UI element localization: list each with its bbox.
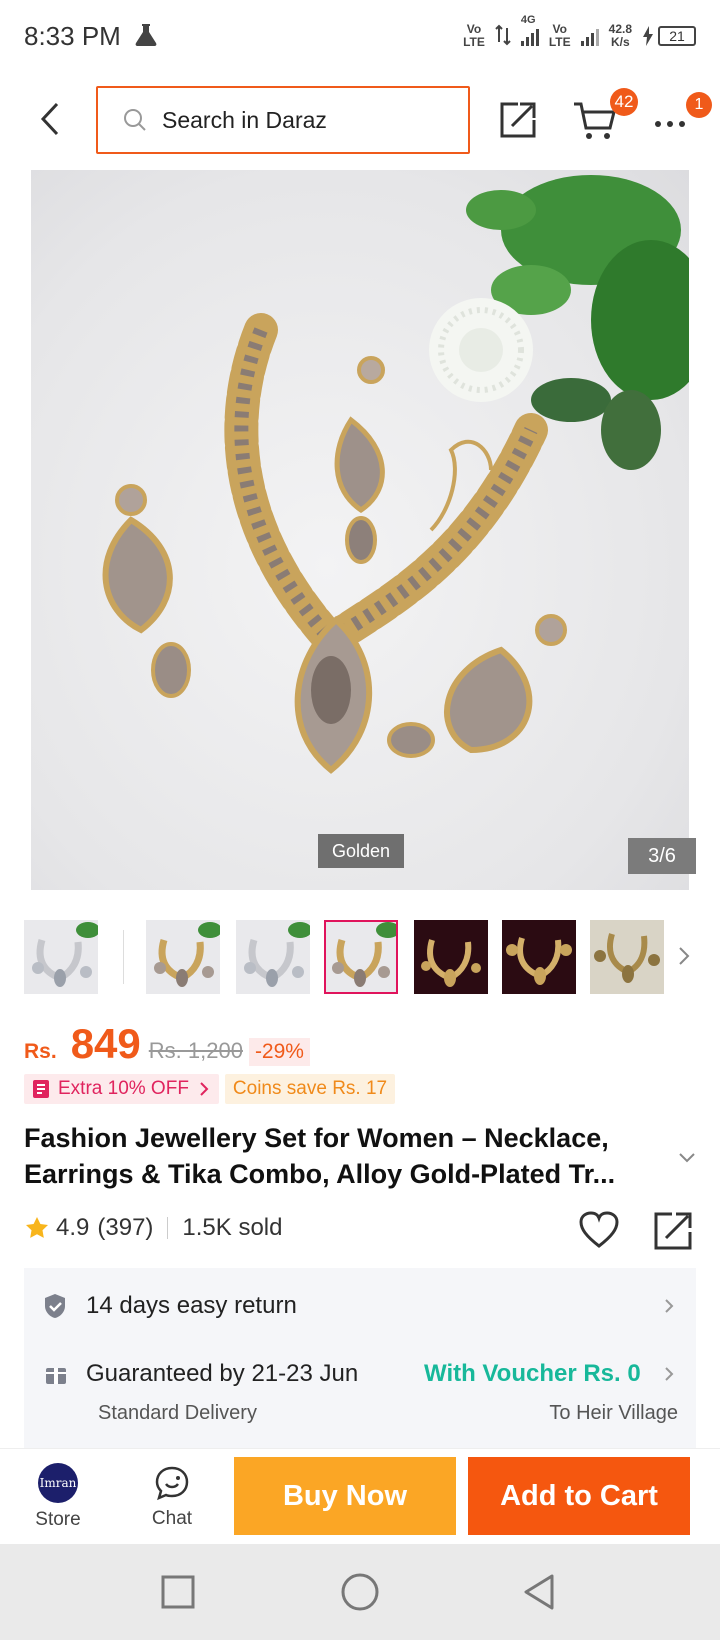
triangle-back-icon: [524, 1574, 554, 1610]
thumbnail-5[interactable]: [414, 920, 488, 994]
gift-box-icon: [46, 1368, 66, 1384]
delivery-type: Standard Delivery: [98, 1401, 257, 1424]
cart-count-badge: 42: [610, 88, 638, 116]
buy-now-button[interactable]: Buy Now: [234, 1457, 456, 1535]
thumbnail-4-selected[interactable]: [324, 920, 398, 994]
share-icon: [500, 102, 536, 138]
circle-icon: [341, 1573, 379, 1611]
chat-icon: [155, 1466, 189, 1501]
sold-count: 1.5K sold: [182, 1214, 283, 1241]
data-arrows-icon: [495, 24, 511, 49]
chevron-right-icon: [665, 1367, 674, 1381]
chat-label: Chat: [151, 1508, 193, 1529]
thumbnail-7[interactable]: [590, 920, 664, 994]
heart-icon: [579, 1211, 619, 1248]
star-icon: [26, 1217, 48, 1238]
earring-left: [102, 484, 191, 698]
notification-badge: 1: [686, 92, 712, 118]
signal-2-icon: [580, 26, 599, 46]
coins-chip[interactable]: Coins save Rs. 17: [224, 1074, 396, 1104]
thumbnail-3[interactable]: [236, 920, 310, 994]
product-image[interactable]: [31, 170, 689, 890]
promo-row: Extra 10% OFF Coins save Rs. 17: [24, 1074, 396, 1104]
battery-level: 21: [658, 26, 696, 46]
price-currency: Rs.: [24, 1040, 57, 1063]
price-row: Rs. 849 Rs. 1,200 -29%: [24, 1020, 310, 1068]
chevron-right-icon: [200, 1082, 209, 1096]
store-label: Store: [35, 1509, 81, 1530]
white-flower: [429, 298, 533, 402]
delivery-guarantee: Guaranteed by 21-23 Jun: [86, 1360, 359, 1387]
store-button[interactable]: Imran Store: [24, 1459, 92, 1539]
top-nav: Search in Daraz 42 1: [0, 72, 720, 170]
image-counter: 3/6: [628, 838, 696, 874]
voucher-text: With Voucher Rs. 0: [424, 1360, 641, 1387]
thumbnail-1[interactable]: [24, 920, 98, 994]
delivery-details-row: Standard Delivery To Heir Village: [24, 1398, 696, 1428]
volte-1-indicator: Vo LTE: [463, 22, 485, 49]
thumbnail-strip: [24, 918, 714, 994]
net-speed: 42.8 K/s: [608, 22, 632, 49]
product-title: Fashion Jewellery Set for Women – Neckla…: [24, 1123, 616, 1189]
rating-divider: [167, 1217, 169, 1239]
chevron-right-icon: [665, 1299, 674, 1313]
service-panel: 14 days easy return Guaranteed by 21-23 …: [24, 1268, 696, 1448]
coins-label: Coins save Rs. 17: [232, 1078, 388, 1099]
review-count: (397): [97, 1214, 154, 1241]
chevron-left-icon: [40, 102, 59, 136]
status-time: 8:33 PM: [24, 20, 121, 51]
extra-off-chip[interactable]: Extra 10% OFF: [24, 1074, 219, 1104]
square-icon: [161, 1575, 195, 1609]
signal-4g-icon: 4G: [520, 14, 539, 46]
store-logo: Imran: [38, 1463, 78, 1503]
more-options-button[interactable]: 1: [652, 92, 712, 142]
more-dots-icon: [655, 121, 685, 127]
rating-value: 4.9: [56, 1214, 90, 1241]
chevron-down-icon: [679, 1153, 695, 1163]
share-product-button[interactable]: [652, 1210, 694, 1252]
search-input[interactable]: Search in Daraz: [96, 86, 470, 154]
back-button[interactable]: [30, 94, 70, 144]
current-price: 849: [70, 1020, 141, 1067]
recent-apps-button[interactable]: [156, 1570, 200, 1614]
android-nav-bar: [0, 1544, 720, 1640]
expand-title-button[interactable]: [676, 1146, 698, 1168]
volte-2-indicator: Vo LTE: [548, 22, 571, 49]
rating-row[interactable]: 4.9 (397) 1.5K sold: [24, 1214, 282, 1242]
cart-button[interactable]: 42: [572, 88, 638, 142]
chevron-right-icon: [679, 947, 690, 965]
thumbnail-6[interactable]: [502, 920, 576, 994]
original-price: Rs. 1,200: [148, 1038, 243, 1063]
chat-button[interactable]: Chat: [138, 1459, 206, 1539]
variant-label: Golden: [318, 834, 405, 868]
delivery-row[interactable]: Guaranteed by 21-23 Jun With Voucher Rs.…: [24, 1354, 696, 1394]
status-indicators: Vo LTE 4G Vo LTE 42.8 K/s 21: [463, 14, 696, 49]
voucher-icon: [33, 1080, 49, 1098]
add-to-cart-button[interactable]: Add to Cart: [468, 1457, 690, 1535]
wishlist-button[interactable]: [578, 1210, 620, 1250]
thumbnail-2[interactable]: [146, 920, 220, 994]
discount-badge: -29%: [248, 1038, 310, 1066]
shield-check-icon: [45, 1294, 65, 1318]
charging-icon: [643, 26, 653, 46]
share-icon: [654, 1212, 692, 1250]
thumbnail-next-button[interactable]: [674, 942, 694, 970]
return-policy-row[interactable]: 14 days easy return: [24, 1286, 696, 1326]
share-button[interactable]: [496, 98, 540, 142]
battery-indicator: 21: [642, 26, 696, 46]
search-icon: [124, 109, 146, 131]
status-bar: 8:33 PM Vo LTE 4G Vo LTE 42.8 K/s 21: [0, 0, 720, 72]
delivery-destination: To Heir Village: [549, 1401, 678, 1424]
thumbnail-divider: [123, 930, 124, 984]
system-back-button[interactable]: [518, 1570, 562, 1614]
search-placeholder: Search in Daraz: [162, 106, 327, 133]
home-button[interactable]: [338, 1570, 382, 1614]
earring-right: [387, 614, 567, 758]
extra-off-label: Extra 10% OFF: [58, 1078, 189, 1099]
flask-icon: [133, 21, 159, 52]
bottom-action-bar: Imran Store Chat Buy Now Add to Cart: [0, 1448, 720, 1544]
jewellery-illustration: [102, 175, 689, 774]
return-policy-text: 14 days easy return: [86, 1292, 297, 1319]
